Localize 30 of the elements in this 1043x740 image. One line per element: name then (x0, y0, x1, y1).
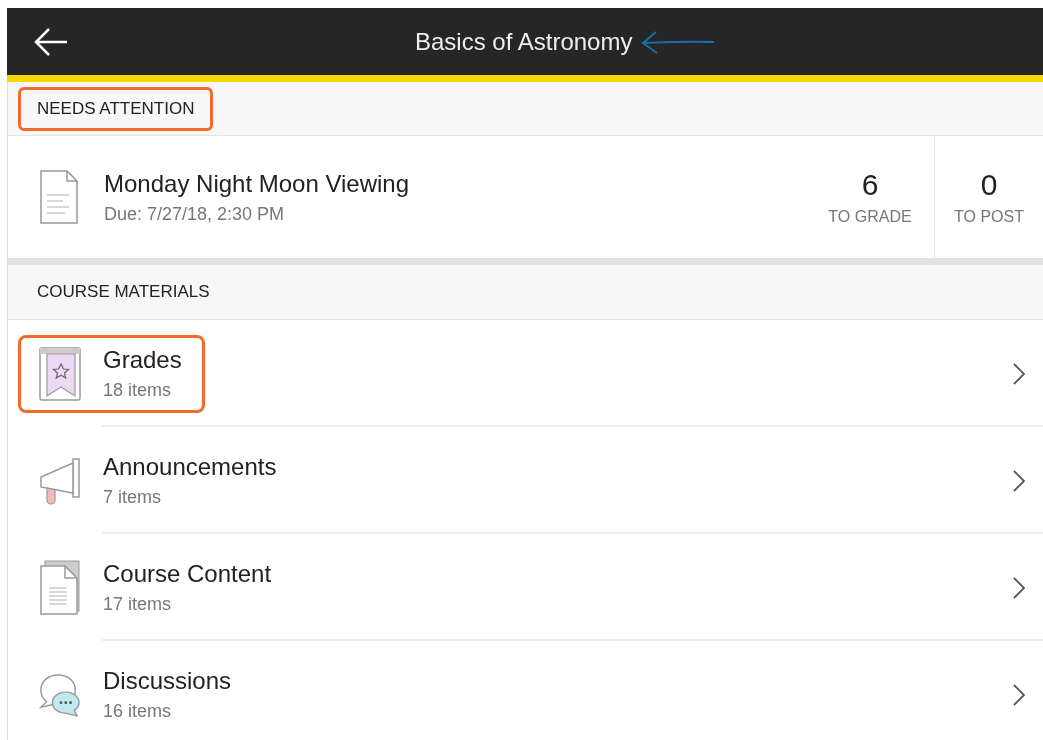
item-count: 18 items (103, 380, 173, 401)
material-row[interactable]: Grades 18 items (8, 320, 1043, 427)
documents-icon (39, 559, 81, 616)
due-date: Due: 7/27/18, 2:30 PM (104, 203, 286, 225)
stat-value: 6 (861, 168, 879, 202)
megaphone-icon (39, 456, 81, 505)
document-icon (38, 169, 80, 225)
material-row[interactable]: Announcements 7 items (8, 427, 1043, 534)
chevron-right-icon (1013, 576, 1025, 599)
attention-card[interactable]: Monday Night Moon Viewing Due: 7/27/18, 2:30 PM 6 TO GRADE 0 TO POST (8, 136, 1043, 265)
assignment-title: Monday Night Moon Viewing (104, 169, 410, 198)
stat-label: TO GRADE (828, 208, 912, 226)
book-icon (39, 345, 81, 402)
chevron-right-icon (1013, 683, 1025, 706)
material-row[interactable]: Course Content 17 items (8, 534, 1043, 641)
chat-bubbles-icon (39, 671, 81, 718)
chevron-right-icon (1013, 362, 1025, 385)
stat-value: 0 (980, 168, 998, 202)
material-title: Announcements (103, 453, 277, 481)
course-title: Basics of Astronomy (415, 27, 633, 56)
item-count: 7 items (103, 487, 163, 508)
item-count: 17 items (103, 594, 173, 615)
material-title: Course Content (103, 560, 272, 588)
section-heading: COURSE MATERIALS (36, 281, 211, 303)
chevron-right-icon (1013, 469, 1025, 492)
section-heading: NEEDS ATTENTION (18, 86, 214, 131)
material-title: Grades (103, 346, 182, 374)
item-count: 16 items (103, 701, 173, 722)
material-title: Discussions (103, 667, 232, 695)
stat-label: TO POST (954, 208, 1024, 226)
